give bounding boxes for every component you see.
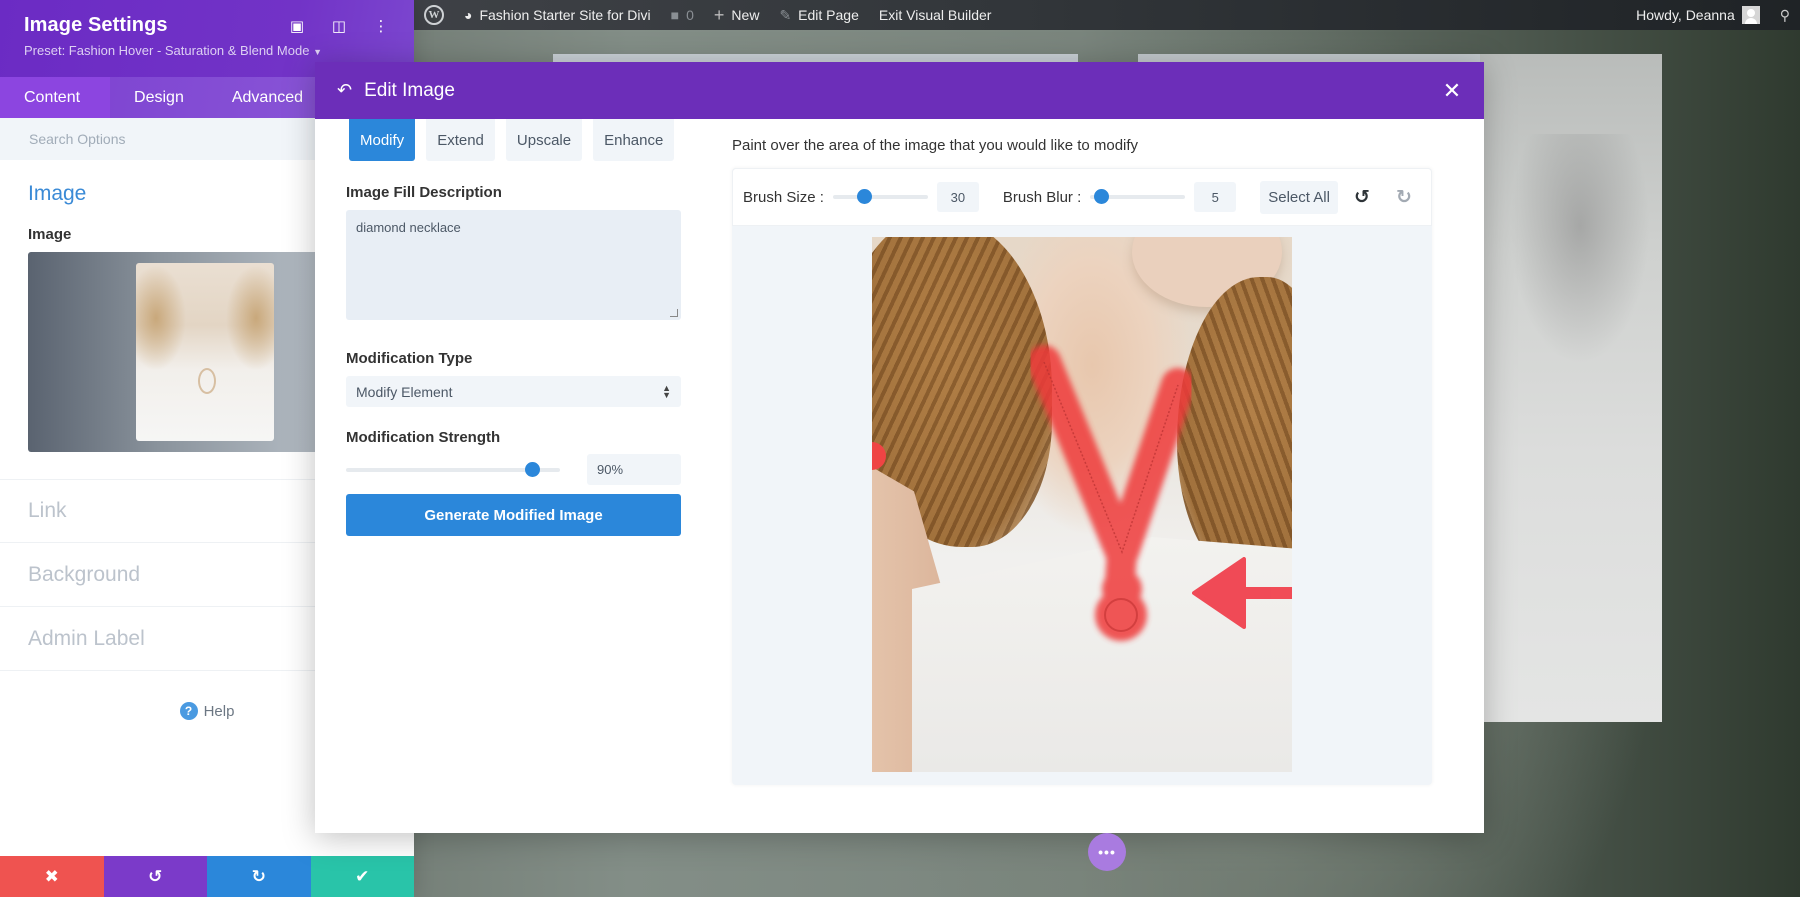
save-button[interactable]: ✔ — [310, 856, 414, 897]
more-options-fab[interactable]: ••• — [1088, 833, 1126, 871]
site-name-link[interactable]: ◕ Fashion Starter Site for Divi — [454, 0, 661, 30]
close-icon: ✖ — [44, 866, 59, 886]
background-image-strip — [1138, 54, 1480, 62]
brush-size-input[interactable]: 30 — [936, 182, 979, 212]
help-icon: ? — [179, 702, 198, 720]
select-all-button[interactable]: Select All — [1260, 180, 1338, 214]
more-options-icon[interactable]: ⋮ — [373, 17, 389, 35]
avatar — [1741, 6, 1760, 24]
pencil-icon: ✎ — [779, 6, 792, 23]
generate-modified-image-button[interactable]: Generate Modified Image — [346, 494, 681, 536]
tab-design[interactable]: Design — [110, 77, 208, 118]
tab-extend[interactable]: Extend — [426, 119, 495, 161]
tab-advanced[interactable]: Advanced — [208, 77, 327, 118]
brush-blur-input[interactable]: 5 — [1194, 182, 1237, 212]
image-thumbnail — [136, 263, 274, 441]
modify-options: Modify Extend Upscale Enhance Image Fill… — [346, 119, 681, 536]
undo-icon[interactable]: ↺ — [1352, 186, 1372, 209]
fill-description-input[interactable]: diamond necklace — [346, 210, 681, 320]
plus-icon: + — [713, 4, 725, 25]
comment-icon: ■ — [670, 7, 680, 23]
modal-header: ↶ Edit Image ✕ — [315, 62, 1484, 119]
tab-upscale[interactable]: Upscale — [505, 119, 583, 161]
editable-image-canvas[interactable] — [872, 237, 1292, 772]
new-content-link[interactable]: + New — [704, 0, 770, 30]
tab-content[interactable]: Content — [0, 77, 111, 118]
modal-title: Edit Image — [364, 79, 455, 101]
back-arrow-icon[interactable]: ↶ — [337, 80, 352, 101]
check-icon: ✔ — [355, 866, 370, 886]
dashboard-icon: ◕ — [464, 7, 473, 23]
brush-blur-label: Brush Blur : — [1002, 188, 1082, 206]
select-arrows-icon: ▲ ▼ — [662, 382, 671, 400]
discard-button[interactable]: ✖ — [0, 856, 104, 897]
comments-link[interactable]: ■ 0 — [661, 0, 704, 30]
redo-icon: ↻ — [251, 866, 266, 886]
tab-enhance[interactable]: Enhance — [593, 119, 675, 161]
edit-page-label: Edit Page — [798, 7, 859, 23]
account-menu[interactable]: Howdy, Deanna — [1626, 0, 1770, 30]
modification-type-value: Modify Element — [356, 383, 453, 400]
preset-label: Preset: Fashion Hover - Saturation & Ble… — [24, 43, 310, 58]
edit-image-modal: ↶ Edit Image ✕ Modify Extend Upscale Enh… — [315, 62, 1484, 833]
mask-stroke — [1027, 345, 1195, 569]
new-label: New — [731, 7, 760, 23]
brush-blur-slider[interactable] — [1090, 189, 1186, 204]
site-name: Fashion Starter Site for Divi — [479, 7, 651, 23]
modification-type-label: Modification Type — [346, 350, 473, 367]
preset-selector[interactable]: Preset: Fashion Hover - Saturation & Ble… — [24, 43, 390, 58]
help-label: Help — [203, 702, 235, 720]
wordpress-icon: W — [424, 5, 444, 25]
exit-builder-label: Exit Visual Builder — [878, 7, 992, 23]
tab-modify[interactable]: Modify — [349, 119, 416, 161]
settings-action-bar: ✖ ↺ ↻ ✔ — [0, 856, 414, 897]
mask-blob — [1095, 589, 1147, 641]
slider-handle[interactable] — [856, 189, 872, 204]
search-button[interactable]: ⚲ — [1770, 0, 1800, 30]
image-upload-preview[interactable] — [28, 252, 318, 452]
undo-button[interactable]: ↺ — [103, 856, 207, 897]
caret-down-icon: ▼ — [313, 47, 322, 57]
edit-page-link[interactable]: ✎ Edit Page — [769, 0, 868, 30]
annotation-arrow — [1192, 557, 1292, 629]
modification-strength-label: Modification Strength — [346, 429, 501, 446]
comments-count: 0 — [686, 7, 694, 23]
exit-visual-builder-link[interactable]: Exit Visual Builder — [869, 0, 1002, 30]
paint-area: Paint over the area of the image that yo… — [732, 119, 1432, 785]
search-icon: ⚲ — [1779, 6, 1790, 23]
mode-tabs: Modify Extend Upscale Enhance — [349, 119, 681, 161]
redo-button[interactable]: ↻ — [207, 856, 311, 897]
close-icon[interactable]: ✕ — [1442, 78, 1462, 104]
split-view-icon[interactable]: ◫ — [331, 17, 347, 35]
mask-canvas-container: Brush Size : 30 Brush Blur : 5 Select Al… — [732, 168, 1432, 785]
slider-handle[interactable] — [1094, 189, 1110, 204]
slider-handle[interactable] — [525, 461, 541, 477]
brush-toolbar: Brush Size : 30 Brush Blur : 5 Select Al… — [732, 168, 1432, 226]
background-photo — [1480, 54, 1662, 722]
brush-size-label: Brush Size : — [743, 188, 824, 206]
modification-strength-input[interactable]: 90% — [587, 454, 681, 485]
paint-instructions: Paint over the area of the image that yo… — [732, 137, 1139, 154]
brush-size-slider[interactable] — [832, 189, 928, 204]
fullscreen-icon[interactable]: ▣ — [289, 17, 305, 35]
ellipsis-icon: ••• — [1098, 844, 1116, 860]
modification-type-select[interactable]: Modify Element ▲ ▼ — [346, 376, 681, 407]
modification-strength-slider[interactable] — [346, 461, 560, 477]
wp-logo-menu[interactable]: W — [414, 0, 454, 30]
fill-description-label: Image Fill Description — [346, 184, 502, 201]
redo-icon[interactable]: ↻ — [1394, 186, 1414, 209]
wp-admin-bar: W ◕ Fashion Starter Site for Divi ■ 0 + … — [414, 0, 1800, 30]
background-image-strip — [553, 54, 1078, 62]
undo-icon: ↺ — [148, 866, 163, 886]
greeting: Howdy, Deanna — [1636, 7, 1735, 23]
mask-overlay — [1027, 345, 1292, 641]
